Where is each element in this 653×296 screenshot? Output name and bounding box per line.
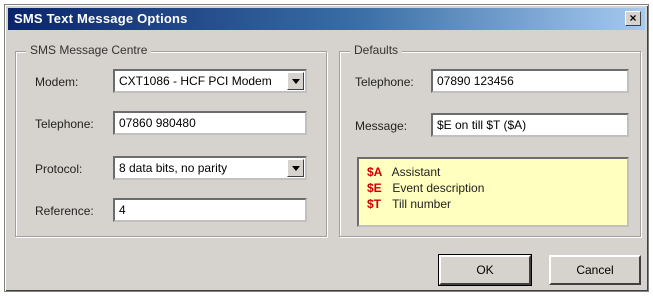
telephone-field[interactable]: 07860 980480 [113,111,307,135]
legend-code: $E [367,181,382,195]
chevron-down-icon[interactable] [287,159,304,177]
legend-row: $E Event description [367,181,619,197]
legend-code: $A [367,165,383,179]
default-telephone-value: 07890 123456 [437,74,514,88]
modem-value: CXT1086 - HCF PCI Modem [119,74,272,88]
ok-button[interactable]: OK [438,254,532,286]
message-label: Message: [355,119,408,133]
legend-desc: Assistant [391,165,441,179]
message-field[interactable]: $E on till $T ($A) [431,113,629,137]
chevron-down-icon[interactable] [287,72,304,90]
close-button[interactable]: × [625,11,641,26]
legend-desc: Till number [392,197,452,211]
protocol-value: 8 data bits, no parity [119,161,228,175]
dialog-window: SMS Text Message Options × SMS Message C… [4,4,649,292]
reference-label: Reference: [35,204,94,218]
title-bar[interactable]: SMS Text Message Options × [8,8,645,30]
legend-row: $A Assistant [367,165,619,181]
modem-label: Modem: [35,75,79,89]
legend-desc: Event description [392,181,485,195]
window-title: SMS Text Message Options [14,11,188,26]
defaults-group-label: Defaults [350,43,403,57]
protocol-select[interactable]: 8 data bits, no parity [113,156,307,180]
cancel-button[interactable]: Cancel [549,255,641,285]
message-value: $E on till $T ($A) [437,118,527,132]
default-telephone-field[interactable]: 07890 123456 [431,69,629,93]
close-icon: × [629,11,637,25]
telephone-value: 07860 980480 [119,116,196,130]
placeholder-legend: $A Assistant $E Event description $T Til… [357,157,629,227]
modem-select[interactable]: CXT1086 - HCF PCI Modem [113,69,307,93]
default-telephone-label: Telephone: [355,75,414,89]
telephone-label: Telephone: [35,117,94,131]
sms-centre-group-label: SMS Message Centre [26,43,152,57]
legend-row: $T Till number [367,197,619,213]
reference-field[interactable]: 4 [113,198,307,222]
reference-value: 4 [119,203,126,217]
legend-code: $T [367,197,382,211]
protocol-label: Protocol: [35,162,83,176]
